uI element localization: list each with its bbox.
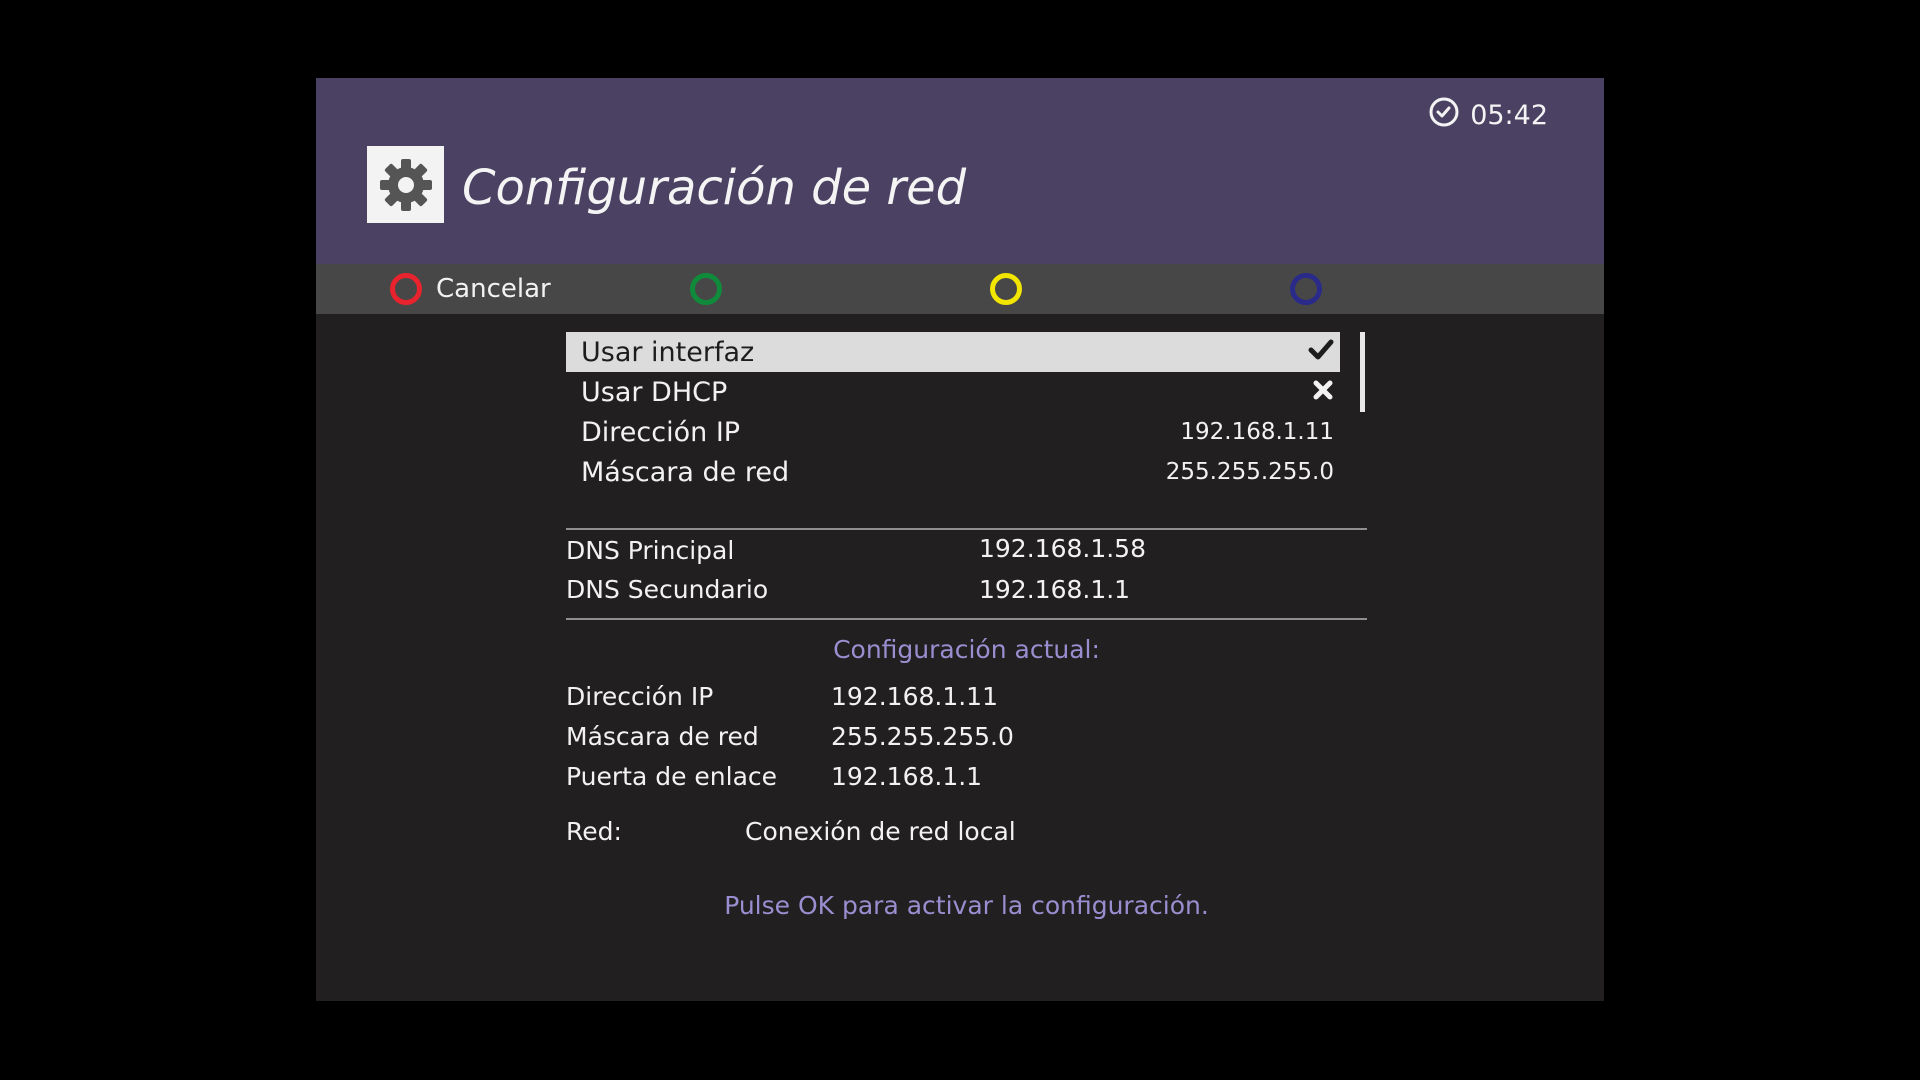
menu-item-label: Máscara de red [581,456,790,488]
blue-button[interactable] [1290,273,1336,305]
menu-item-usar-dhcp[interactable]: Usar DHCP [566,372,1340,412]
dns-secondary-value: 192.168.1.1 [979,575,1131,604]
green-circle-icon [690,273,722,305]
settings-list: Usar interfaz Usar DHCP Dirección IP 192… [566,332,1340,492]
header: Configuración de red 05:42 [316,78,1604,264]
dns-secondary-label: DNS Secundario [566,575,769,604]
red-button[interactable]: Cancelar [390,273,551,305]
menu-item-value: 255.255.255.0 [1165,459,1334,485]
red-circle-icon [390,273,422,305]
yellow-button[interactable] [990,273,1036,305]
clock-icon [1428,96,1460,135]
dns-primary-label: DNS Principal [566,536,735,565]
divider [566,528,1367,530]
menu-item-mascara-de-red[interactable]: Máscara de red 255.255.255.0 [566,452,1340,492]
network-config-screen: Configuración de red 05:42 Cancelar Usar… [316,78,1604,1001]
current-mask-label: Máscara de red [566,722,759,751]
clock-time: 05:42 [1470,100,1548,131]
network-label: Red: [566,817,622,846]
network-value: Conexión de red local [745,817,1016,846]
ok-hint: Pulse OK para activar la configuración. [724,891,1209,920]
gear-icon [367,146,444,223]
menu-item-label: Dirección IP [581,416,741,448]
current-ip-label: Dirección IP [566,682,714,711]
menu-item-usar-interfaz[interactable]: Usar interfaz [566,332,1340,372]
menu-item-direccion-ip[interactable]: Dirección IP 192.168.1.11 [566,412,1340,452]
current-config-heading: Configuración actual: [833,635,1100,664]
clock: 05:42 [1428,96,1548,135]
page-title: Configuración de red [462,160,967,216]
menu-item-label: Usar interfaz [581,336,755,368]
scrollbar[interactable] [1360,332,1365,412]
current-ip-value: 192.168.1.11 [831,682,998,711]
cross-icon [1312,377,1334,408]
menu-item-label: Usar DHCP [581,376,728,408]
check-icon [1308,337,1334,368]
current-mask-value: 255.255.255.0 [831,722,1014,751]
green-button[interactable] [690,273,736,305]
red-button-label: Cancelar [436,274,551,304]
yellow-circle-icon [990,273,1022,305]
color-button-bar: Cancelar [316,264,1604,314]
divider [566,618,1367,620]
current-gateway-label: Puerta de enlace [566,762,778,791]
current-gateway-value: 192.168.1.1 [831,762,983,791]
dns-primary-value: 192.168.1.58 [979,534,1146,563]
menu-item-value: 192.168.1.11 [1180,419,1334,445]
blue-circle-icon [1290,273,1322,305]
